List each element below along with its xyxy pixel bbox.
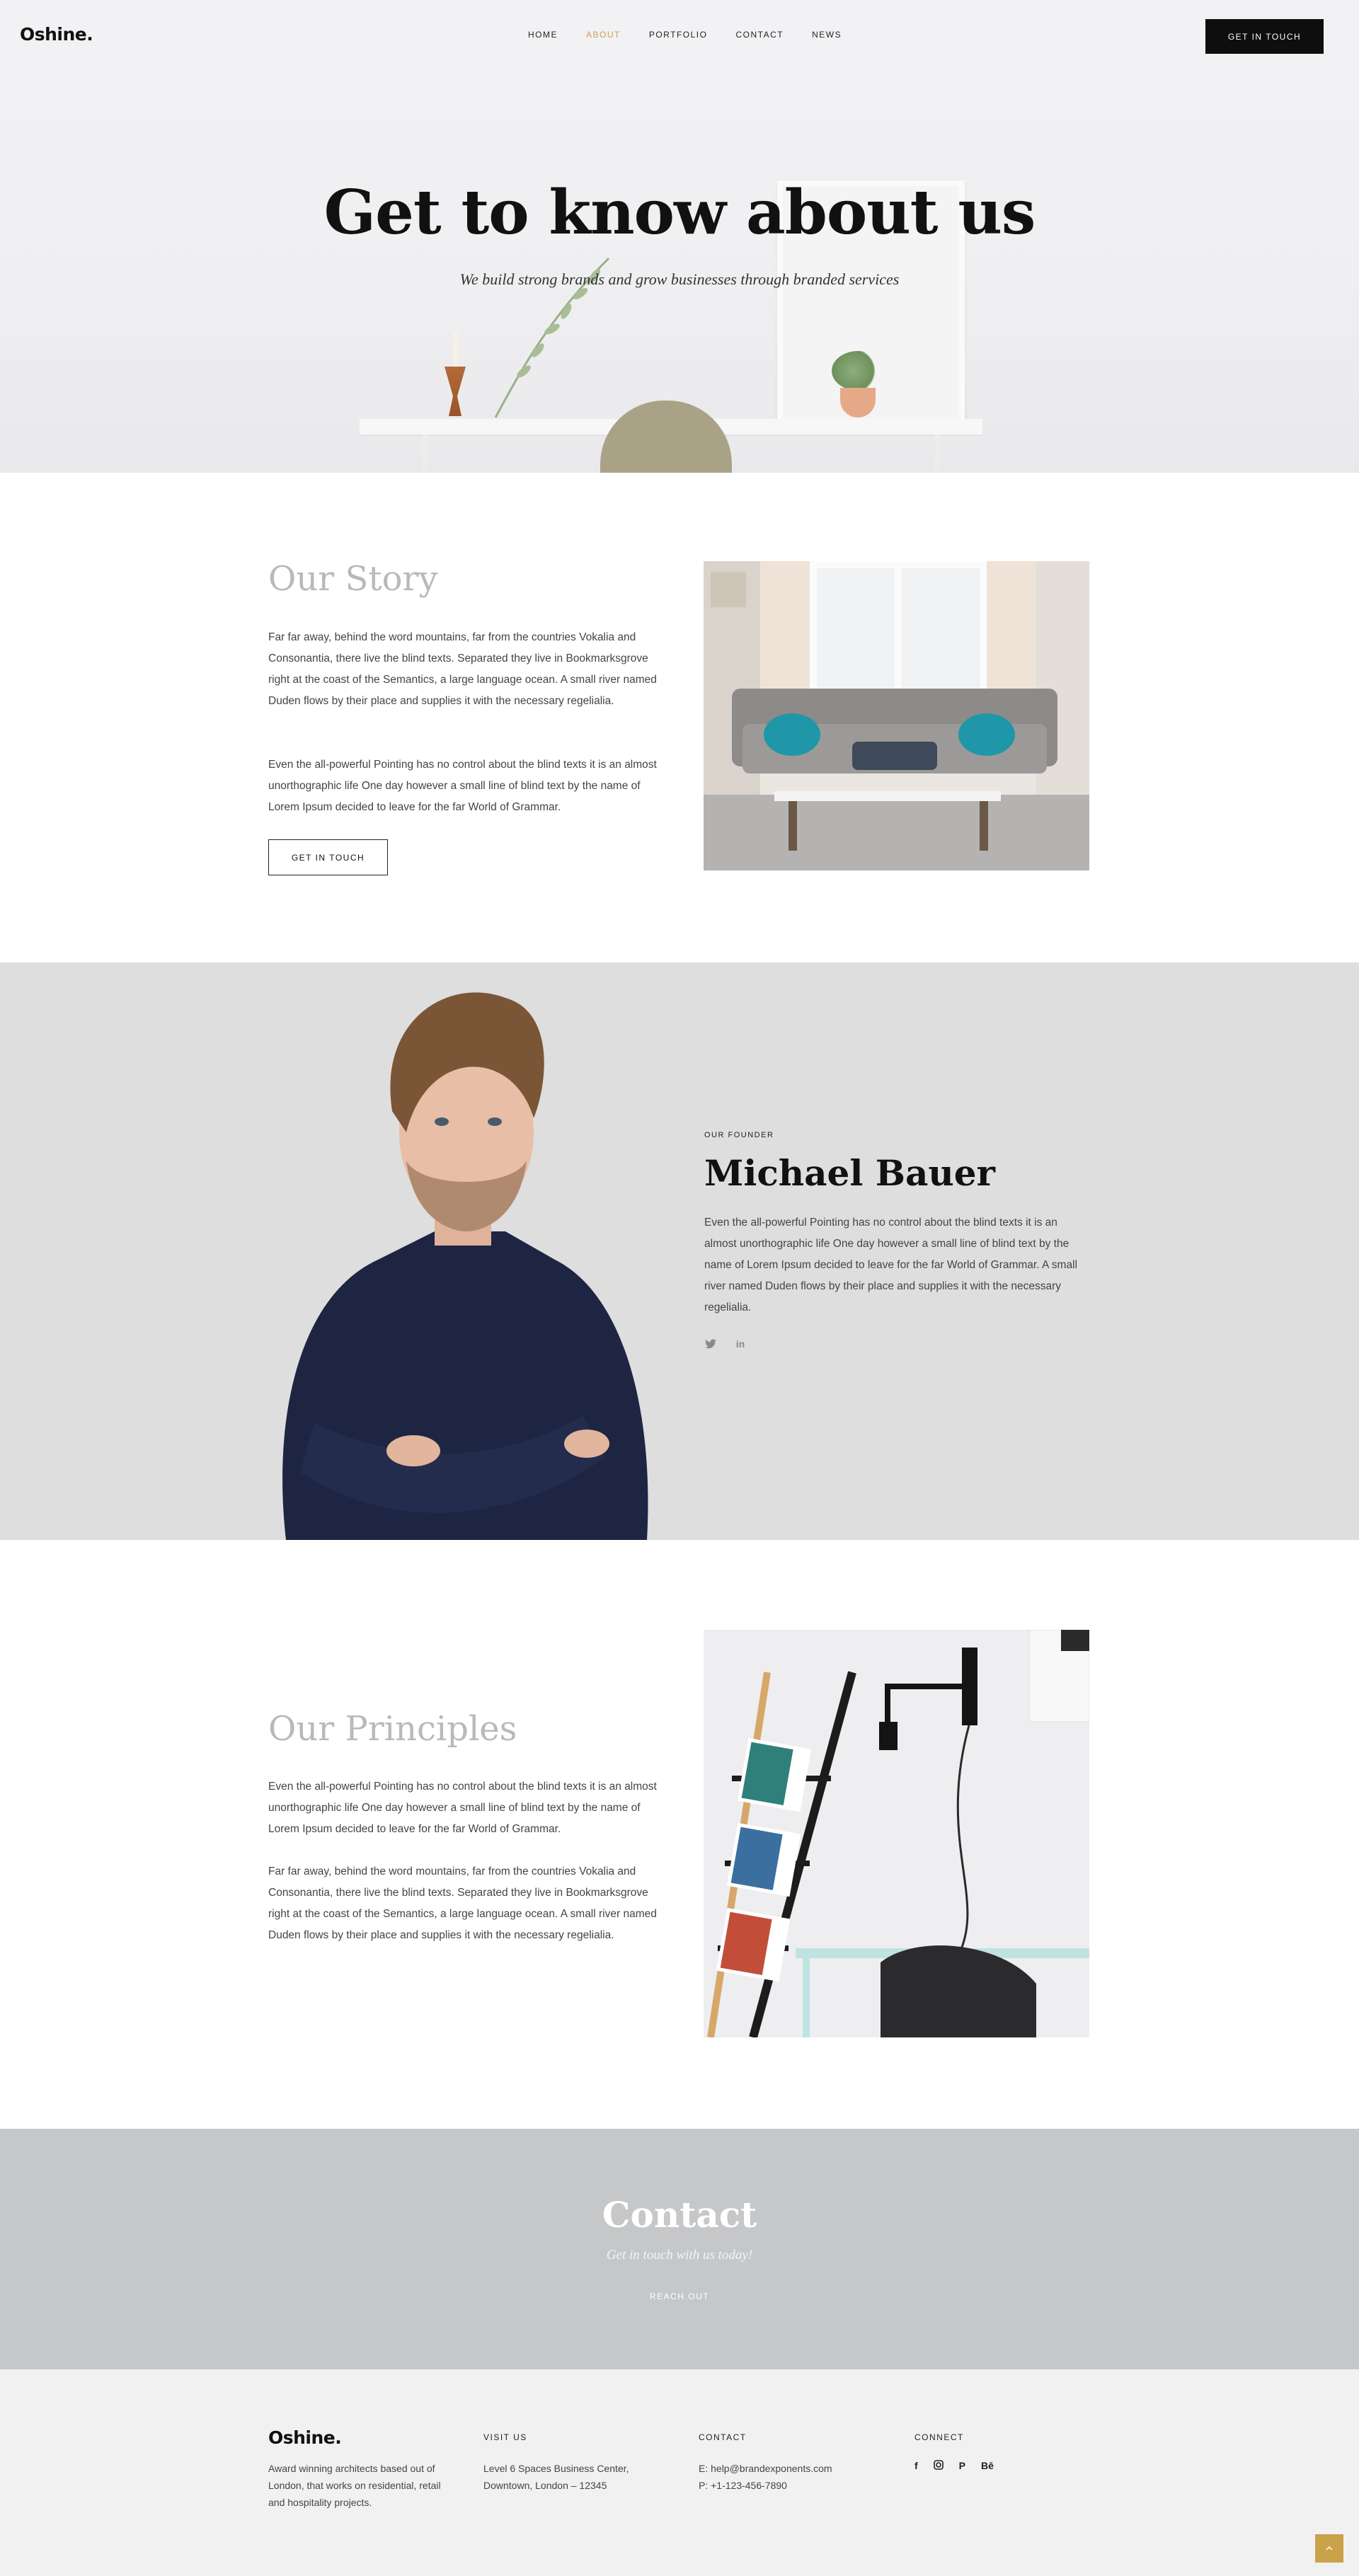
footer-address-line-2: Downtown, London – 12345 (483, 2480, 607, 2491)
nav-news[interactable]: NEWS (812, 30, 842, 40)
footer-phone[interactable]: P: +1-123-456-7890 (699, 2477, 787, 2494)
hero-title: Get to know about us (323, 177, 1036, 248)
decor-desk-leg (422, 435, 428, 473)
principles-paragraph-1: Even the all-powerful Pointing has no co… (268, 1781, 657, 1835)
story-title: Our Story (268, 559, 438, 599)
decor-candle-holder (445, 367, 466, 416)
scroll-to-top-button[interactable] (1315, 2534, 1343, 2563)
chevron-up-icon (1326, 2546, 1333, 2551)
nav-home[interactable]: HOME (528, 30, 558, 40)
decor-candle (453, 333, 459, 367)
nav-portfolio[interactable]: PORTFOLIO (649, 30, 708, 40)
founder-eyebrow: OUR FOUNDER (704, 1131, 774, 1139)
site-logo[interactable]: Oshine. (20, 24, 93, 45)
footer-contact-heading: CONTACT (699, 2432, 747, 2442)
hero-subtitle: We build strong brands and grow business… (459, 270, 900, 288)
nav-about[interactable]: ABOUT (586, 30, 621, 40)
contact-subtitle: Get in touch with us today! (606, 2248, 753, 2262)
decor-potted-plant (832, 351, 885, 391)
founder-section (0, 962, 1359, 1540)
header-get-in-touch-button[interactable]: GET IN TOUCH (1205, 19, 1324, 54)
story-get-in-touch-button[interactable]: GET IN TOUCH (268, 839, 388, 875)
footer-social-links: f P Bē (914, 2460, 994, 2472)
instagram-icon[interactable] (933, 2460, 944, 2472)
footer-connect-heading: CONNECT (914, 2432, 964, 2442)
main-nav: HOME ABOUT PORTFOLIO CONTACT NEWS (528, 30, 870, 40)
footer-email[interactable]: E: help@brandexponents.com (699, 2460, 832, 2477)
twitter-icon[interactable] (704, 1338, 717, 1350)
story-paragraph-1: Far far away, behind the word mountains,… (268, 631, 657, 707)
story-paragraph-2: Even the all-powerful Pointing has no co… (268, 759, 657, 813)
founder-bio: Even the all-powerful Pointing has no co… (704, 1217, 1077, 1313)
founder-name: Michael Bauer (704, 1152, 995, 1194)
living-room-illustration (704, 561, 1089, 870)
footer-address-line-1: Level 6 Spaces Business Center, (483, 2463, 629, 2474)
workspace-illustration (704, 1630, 1089, 2037)
facebook-icon[interactable]: f (914, 2460, 918, 2472)
contact-title: Contact (602, 2194, 757, 2236)
footer-visit-heading: VISIT US (483, 2432, 527, 2442)
principles-paragraph-2: Far far away, behind the word mountains,… (268, 1865, 657, 1941)
linkedin-icon[interactable]: in (734, 1338, 747, 1350)
pinterest-icon[interactable]: P (959, 2460, 965, 2472)
footer-logo[interactable]: Oshine. (268, 2427, 342, 2448)
living-room-image (704, 561, 1089, 870)
behance-icon[interactable]: Bē (981, 2460, 994, 2472)
founder-social-links: in (704, 1338, 747, 1350)
founder-portrait (282, 992, 648, 1540)
decor-desk-leg (934, 435, 940, 473)
site-footer (0, 2369, 1359, 2576)
footer-about-text: Award winning architects based out of Lo… (268, 2463, 441, 2508)
principles-title: Our Principles (268, 1709, 517, 1749)
nav-contact[interactable]: CONTACT (735, 30, 784, 40)
workspace-image (704, 1630, 1089, 2037)
reach-out-link[interactable]: REACH OUT (0, 2292, 1359, 2301)
